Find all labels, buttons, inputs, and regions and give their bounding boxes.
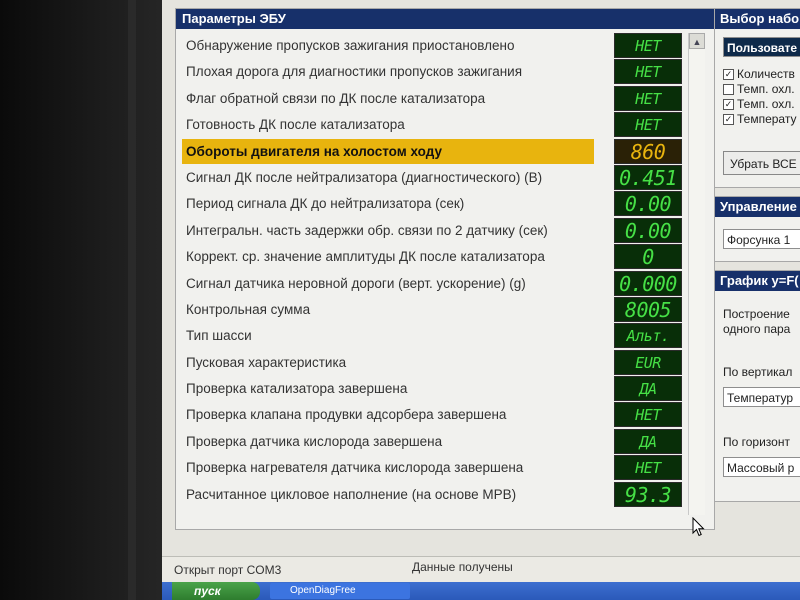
ecu-params-list: Обнаружение пропусков зажигания приостан… [182, 33, 682, 508]
start-button[interactable]: пуск [172, 582, 260, 600]
checkbox-item-1[interactable]: ✓ Количеств [723, 67, 795, 81]
control-panel: Управление Форсунка 1 [714, 196, 800, 262]
checkbox-2[interactable] [723, 84, 734, 96]
checkbox-item-4[interactable]: ✓ Температу [723, 112, 796, 126]
param-row[interactable]: Проверка датчика кислорода завершена ДА [182, 428, 682, 455]
checkbox-1-label: Количеств [737, 67, 795, 81]
param-label: Проверка нагревателя датчика кислорода з… [186, 460, 524, 476]
scroll-up-arrow-icon[interactable]: ▲ [689, 33, 705, 49]
app-screen: Параметры ЭБУ Обнаружение пропусков зажи… [162, 0, 800, 600]
checkbox-4[interactable]: ✓ [723, 114, 734, 126]
status-bar: Открыт порт COM3 Данные получены [162, 556, 800, 583]
vertical-axis-dropdown[interactable]: Температур [723, 387, 800, 407]
param-value: НЕТ [614, 402, 682, 428]
param-row[interactable]: Проверка нагревателя датчика кислорода з… [182, 455, 682, 481]
param-label: Пусковая характеристика [186, 354, 347, 370]
param-label: Обнаружение пропусков зажигания приостан… [186, 38, 515, 53]
checkbox-3[interactable]: ✓ [723, 99, 734, 111]
param-label: Проверка клапана продувки адсорбера заве… [186, 407, 507, 423]
checkbox-item-2[interactable]: Темп. охл. [723, 82, 795, 96]
param-row[interactable]: Флаг обратной связи по ДК после катализа… [182, 85, 682, 112]
param-value: ДА [614, 428, 682, 454]
horizontal-axis-label: По горизонт [723, 435, 790, 449]
param-value: НЕТ [614, 33, 682, 58]
param-value: 0.00 [614, 217, 682, 243]
ecu-params-title: Параметры ЭБУ [176, 9, 714, 29]
param-label: Проверка датчика кислорода завершена [186, 433, 443, 449]
param-label: Сигнал ДК после нейтрализатора (диагност… [186, 169, 543, 185]
param-label: Расчитанное цикловое наполнение (на осно… [186, 486, 517, 502]
param-value: НЕТ [614, 85, 682, 111]
param-row[interactable]: Интегральн. часть задержки обр. связи по… [182, 217, 682, 244]
status-message: Данные получены [412, 560, 513, 574]
param-row[interactable]: Расчитанное цикловое наполнение (на осно… [182, 481, 682, 508]
checkbox-1[interactable]: ✓ [723, 69, 734, 81]
param-value: 0 [614, 244, 682, 270]
param-row[interactable]: Проверка катализатора завершена ДА [182, 376, 682, 402]
taskbar: пуск OpenDiagFree [162, 582, 800, 600]
graph-panel: График y=F( Построение одного пара По ве… [714, 270, 800, 502]
param-label: Флаг обратной связи по ДК после катализа… [186, 90, 486, 106]
set-select-title: Выбор набо [715, 9, 800, 29]
param-value: 8005 [614, 296, 682, 322]
param-label: Готовность ДК после катализатора [186, 117, 405, 133]
param-value: НЕТ [614, 59, 682, 85]
horizontal-axis-dropdown[interactable]: Массовый р [723, 457, 800, 477]
param-label: Коррект. ср. значение амплитуды ДК после… [186, 249, 545, 265]
bezel-stripe [128, 0, 136, 600]
param-label: Сигнал датчика неровной дороги (верт. ус… [186, 275, 526, 291]
checkbox-3-label: Темп. охл. [737, 97, 795, 111]
clear-all-button[interactable]: Убрать ВСЕ [723, 151, 800, 175]
param-value: НЕТ [614, 112, 682, 138]
taskbar-item-opendiag[interactable]: OpenDiagFree [270, 583, 410, 599]
param-label: Проверка катализатора завершена [186, 381, 408, 397]
ecu-params-panel: Параметры ЭБУ Обнаружение пропусков зажи… [175, 8, 715, 530]
param-row[interactable]: Готовность ДК после катализатора НЕТ [182, 112, 682, 138]
param-label: Плохая дорога для диагностики пропусков … [186, 64, 523, 80]
param-value: 0.00 [614, 191, 682, 217]
param-value: Альт. [614, 323, 682, 349]
mouse-cursor-icon [692, 517, 705, 537]
param-value: ДА [614, 376, 682, 402]
param-label: Период сигнала ДК до нейтрализатора (сек… [186, 196, 465, 212]
graph-desc-line-1: Построение [723, 307, 790, 321]
param-value: 860 [614, 138, 682, 164]
checkbox-4-label: Температу [737, 112, 797, 126]
param-row[interactable]: Проверка клапана продувки адсорбера заве… [182, 402, 682, 428]
param-row[interactable]: Обнаружение пропусков зажигания приостан… [182, 33, 682, 59]
checkbox-2-label: Темп. охл. [737, 82, 795, 96]
graph-desc-line-2: одного пара [723, 322, 791, 336]
param-value: 0.000 [614, 270, 682, 296]
param-row[interactable]: Контрольная сумма 8005 [182, 296, 682, 323]
control-title: Управление [715, 197, 800, 217]
ecu-params-scrollbar[interactable]: ▲ [688, 33, 705, 515]
param-value: НЕТ [614, 455, 682, 481]
param-label: Обороты двигателя на холостом ходу [182, 138, 594, 164]
param-value: EUR [614, 349, 682, 375]
param-row[interactable]: Период сигнала ДК до нейтрализатора (сек… [182, 191, 682, 217]
set-select-panel: Выбор набо Пользовате ✓ Количеств Темп. о… [714, 8, 800, 188]
vertical-axis-label: По вертикал [723, 365, 793, 379]
monitor-bezel [0, 0, 165, 600]
param-row[interactable]: Тип шасси Альт. [182, 323, 682, 349]
set-select-dropdown[interactable]: Пользовате [723, 37, 800, 57]
checkbox-item-3[interactable]: ✓ Темп. охл. [723, 97, 795, 111]
param-row[interactable]: Сигнал ДК после нейтрализатора (диагност… [182, 164, 682, 191]
param-row[interactable]: Пусковая характеристика EUR [182, 349, 682, 376]
param-label: Контрольная сумма [186, 301, 311, 317]
param-label: Интегральн. часть задержки обр. связи по… [186, 222, 548, 238]
param-row[interactable]: Коррект. ср. значение амплитуды ДК после… [182, 244, 682, 270]
param-row[interactable]: Сигнал датчика неровной дороги (верт. ус… [182, 270, 682, 297]
param-label: Тип шасси [186, 328, 252, 344]
status-port: Открыт порт COM3 [174, 563, 282, 577]
param-value: 93.3 [614, 481, 682, 507]
graph-title: График y=F( [715, 271, 800, 291]
param-value: 0.451 [614, 164, 682, 190]
param-row[interactable]: Плохая дорога для диагностики пропусков … [182, 59, 682, 85]
param-row[interactable]: Обороты двигателя на холостом ходу 860 [182, 138, 682, 165]
control-dropdown[interactable]: Форсунка 1 [723, 229, 800, 249]
